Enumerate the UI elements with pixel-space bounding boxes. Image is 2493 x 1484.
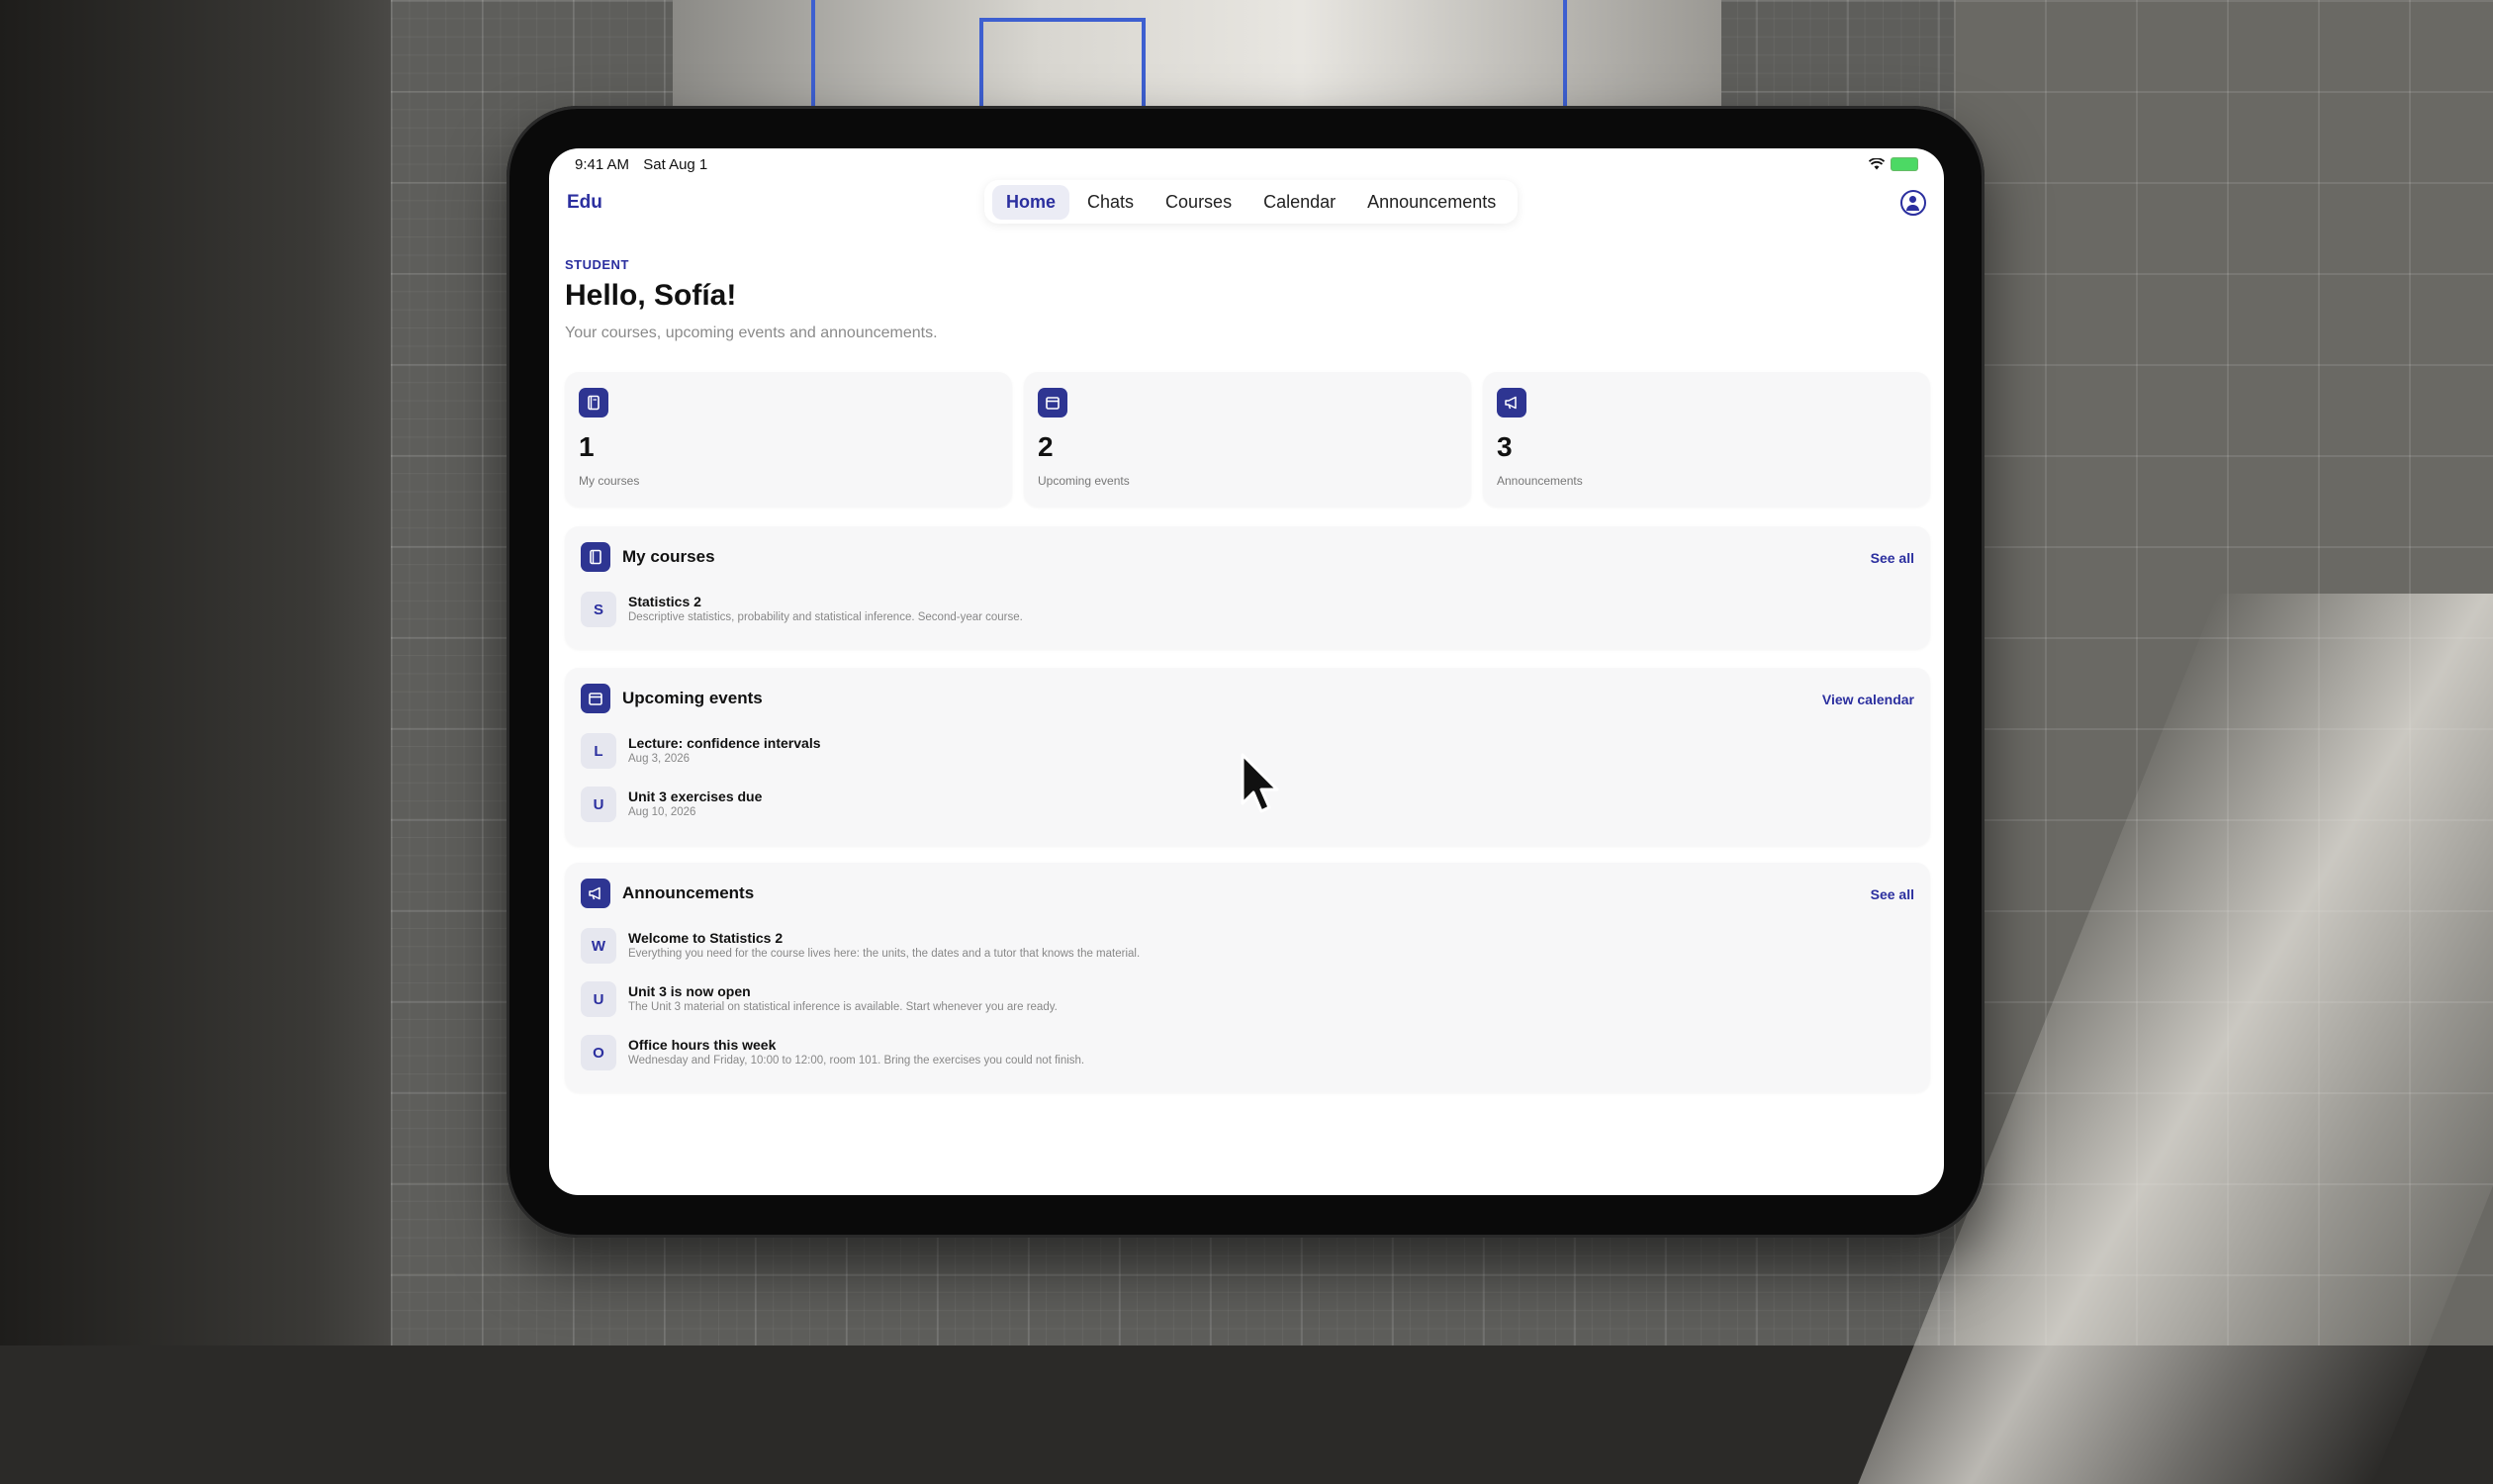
item-subtitle: The Unit 3 material on statistical infer… (628, 1001, 1058, 1013)
tab-chats[interactable]: Chats (1073, 185, 1148, 220)
stat-card-courses[interactable]: 1 My courses (565, 372, 1012, 507)
item-subtitle: Everything you need for the course lives… (628, 948, 1141, 960)
stat-value: 3 (1497, 431, 1513, 462)
page-title: Hello, Sofía! (565, 279, 737, 312)
item-avatar: L (581, 733, 616, 769)
section-header: Upcoming events (581, 684, 763, 713)
tab-courses[interactable]: Courses (1152, 185, 1246, 220)
tablet-screen: 9:41 AM Sat Aug 1 Edu Home Chats Courses… (549, 148, 1944, 1195)
item-avatar: O (581, 1035, 616, 1070)
section-header: Announcements (581, 879, 754, 908)
list-item[interactable]: S Statistics 2 Descriptive statistics, p… (581, 590, 1023, 629)
stat-value: 2 (1038, 431, 1054, 462)
stat-label: My courses (579, 474, 640, 488)
status-time: 9:41 AM (575, 156, 630, 173)
list-item[interactable]: O Office hours this week Wednesday and F… (581, 1033, 1084, 1072)
item-avatar: U (581, 981, 616, 1017)
item-subtitle: Wednesday and Friday, 10:00 to 12:00, ro… (628, 1055, 1085, 1067)
wifi-icon (1869, 158, 1885, 170)
list-item[interactable]: U Unit 3 is now open The Unit 3 material… (581, 979, 1058, 1019)
megaphone-icon (1497, 388, 1526, 417)
calendar-icon (581, 684, 610, 713)
section-title: Upcoming events (622, 689, 763, 707)
section-header: My courses (581, 542, 715, 572)
stats-row: 1 My courses 2 Upcoming events 3 Announc… (565, 372, 1930, 507)
role-label: STUDENT (565, 257, 629, 272)
tab-home[interactable]: Home (992, 184, 1070, 220)
app-brand[interactable]: Edu (567, 192, 602, 214)
item-title: Unit 3 exercises due (628, 788, 763, 804)
mouse-cursor-icon (1241, 753, 1279, 813)
tab-announcements[interactable]: Announcements (1353, 185, 1510, 220)
announcements-section: Announcements See all W Welcome to Stati… (565, 863, 1930, 1092)
status-indicators (1869, 157, 1918, 171)
background-photo (673, 0, 1721, 113)
item-title: Welcome to Statistics 2 (628, 930, 784, 946)
stat-card-events[interactable]: 2 Upcoming events (1024, 372, 1471, 507)
background-left (0, 0, 391, 1345)
item-title: Office hours this week (628, 1037, 777, 1053)
status-date: Sat Aug 1 (643, 156, 708, 173)
item-avatar: S (581, 592, 616, 627)
main-nav: Home Chats Courses Calendar Announcement… (984, 180, 1519, 224)
profile-icon[interactable] (1900, 190, 1926, 216)
stat-value: 1 (579, 431, 595, 462)
item-title: Lecture: confidence intervals (628, 735, 821, 751)
see-all-courses-link[interactable]: See all (1871, 550, 1914, 566)
book-icon (581, 542, 610, 572)
tab-calendar[interactable]: Calendar (1249, 185, 1349, 220)
stat-label: Announcements (1497, 474, 1583, 488)
section-title: Announcements (622, 883, 755, 902)
list-item[interactable]: L Lecture: confidence intervals Aug 3, 2… (581, 731, 821, 771)
list-item[interactable]: W Welcome to Statistics 2 Everything you… (581, 926, 1140, 966)
see-all-announcements-link[interactable]: See all (1871, 886, 1914, 902)
battery-icon (1891, 157, 1918, 171)
stat-card-announcements[interactable]: 3 Announcements (1483, 372, 1930, 507)
book-icon (579, 388, 608, 417)
item-avatar: W (581, 928, 616, 964)
item-title: Unit 3 is now open (628, 983, 751, 999)
item-title: Statistics 2 (628, 594, 701, 609)
megaphone-icon (581, 879, 610, 908)
item-subtitle: Aug 10, 2026 (628, 806, 696, 818)
stat-label: Upcoming events (1038, 474, 1130, 488)
view-calendar-link[interactable]: View calendar (1822, 692, 1914, 707)
item-subtitle: Aug 3, 2026 (628, 753, 691, 765)
item-subtitle: Descriptive statistics, probability and … (628, 611, 1023, 623)
section-title: My courses (622, 547, 715, 566)
status-bar: 9:41 AM Sat Aug 1 (575, 156, 717, 173)
page-subtitle: Your courses, upcoming events and announ… (565, 325, 938, 341)
list-item[interactable]: U Unit 3 exercises due Aug 10, 2026 (581, 785, 762, 824)
item-avatar: U (581, 787, 616, 822)
calendar-icon (1038, 388, 1067, 417)
courses-section: My courses See all S Statistics 2 Descri… (565, 526, 1930, 649)
